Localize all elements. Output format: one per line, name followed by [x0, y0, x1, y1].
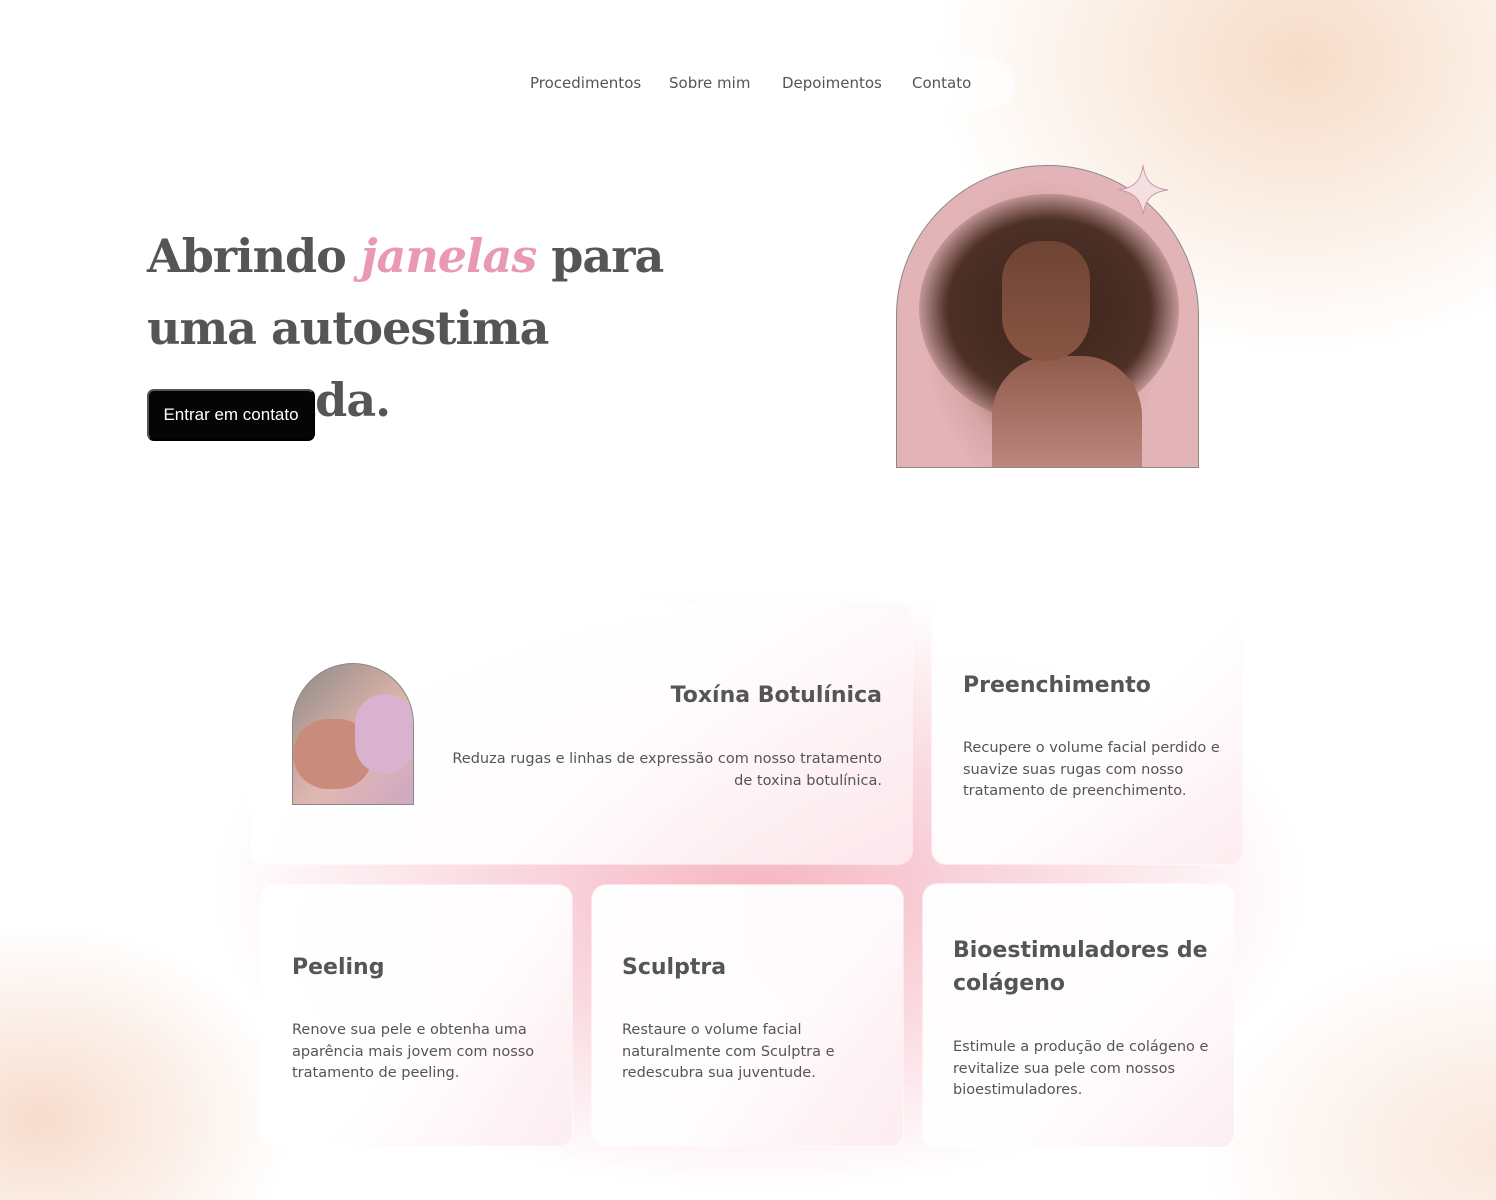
hero-title-start: Abrindo: [147, 229, 361, 283]
card-title: Preenchimento: [963, 673, 1151, 698]
card-description: Reduza rugas e linhas de expressão com n…: [452, 751, 882, 789]
card-title: Peeling: [292, 955, 385, 980]
nav-item-depoimentos[interactable]: Depoimentos: [782, 74, 882, 92]
sparkle-icon: [1117, 164, 1169, 216]
card-title: Sculptra: [622, 955, 727, 980]
contact-button[interactable]: Entrar em contato: [147, 389, 315, 441]
nav-item-contato[interactable]: Contato: [912, 74, 971, 92]
procedure-card-bioestimuladores[interactable]: [923, 884, 1234, 1147]
card-title: Toxína Botulínica: [670, 683, 882, 708]
card-description: Restaure o volume facial naturalmente co…: [622, 1022, 835, 1081]
card-description: Recupere o volume facial perdido e suavi…: [963, 740, 1220, 799]
procedure-thumbnail-image: [292, 663, 414, 805]
procedure-card-sculptra[interactable]: [592, 885, 903, 1146]
card-title: Bioestimuladores de colágeno: [953, 938, 1208, 996]
procedure-card-preenchimento[interactable]: [932, 603, 1243, 864]
card-description: Estimule a produção de colágeno e revita…: [953, 1039, 1209, 1098]
procedure-card-peeling[interactable]: [261, 885, 572, 1146]
nav-item-sobre-mim[interactable]: Sobre mim: [669, 74, 750, 92]
hero-title-accent: janelas: [360, 229, 537, 283]
nav-item-procedimentos[interactable]: Procedimentos: [530, 74, 641, 92]
card-description: Renove sua pele e obtenha uma aparência …: [292, 1022, 535, 1081]
